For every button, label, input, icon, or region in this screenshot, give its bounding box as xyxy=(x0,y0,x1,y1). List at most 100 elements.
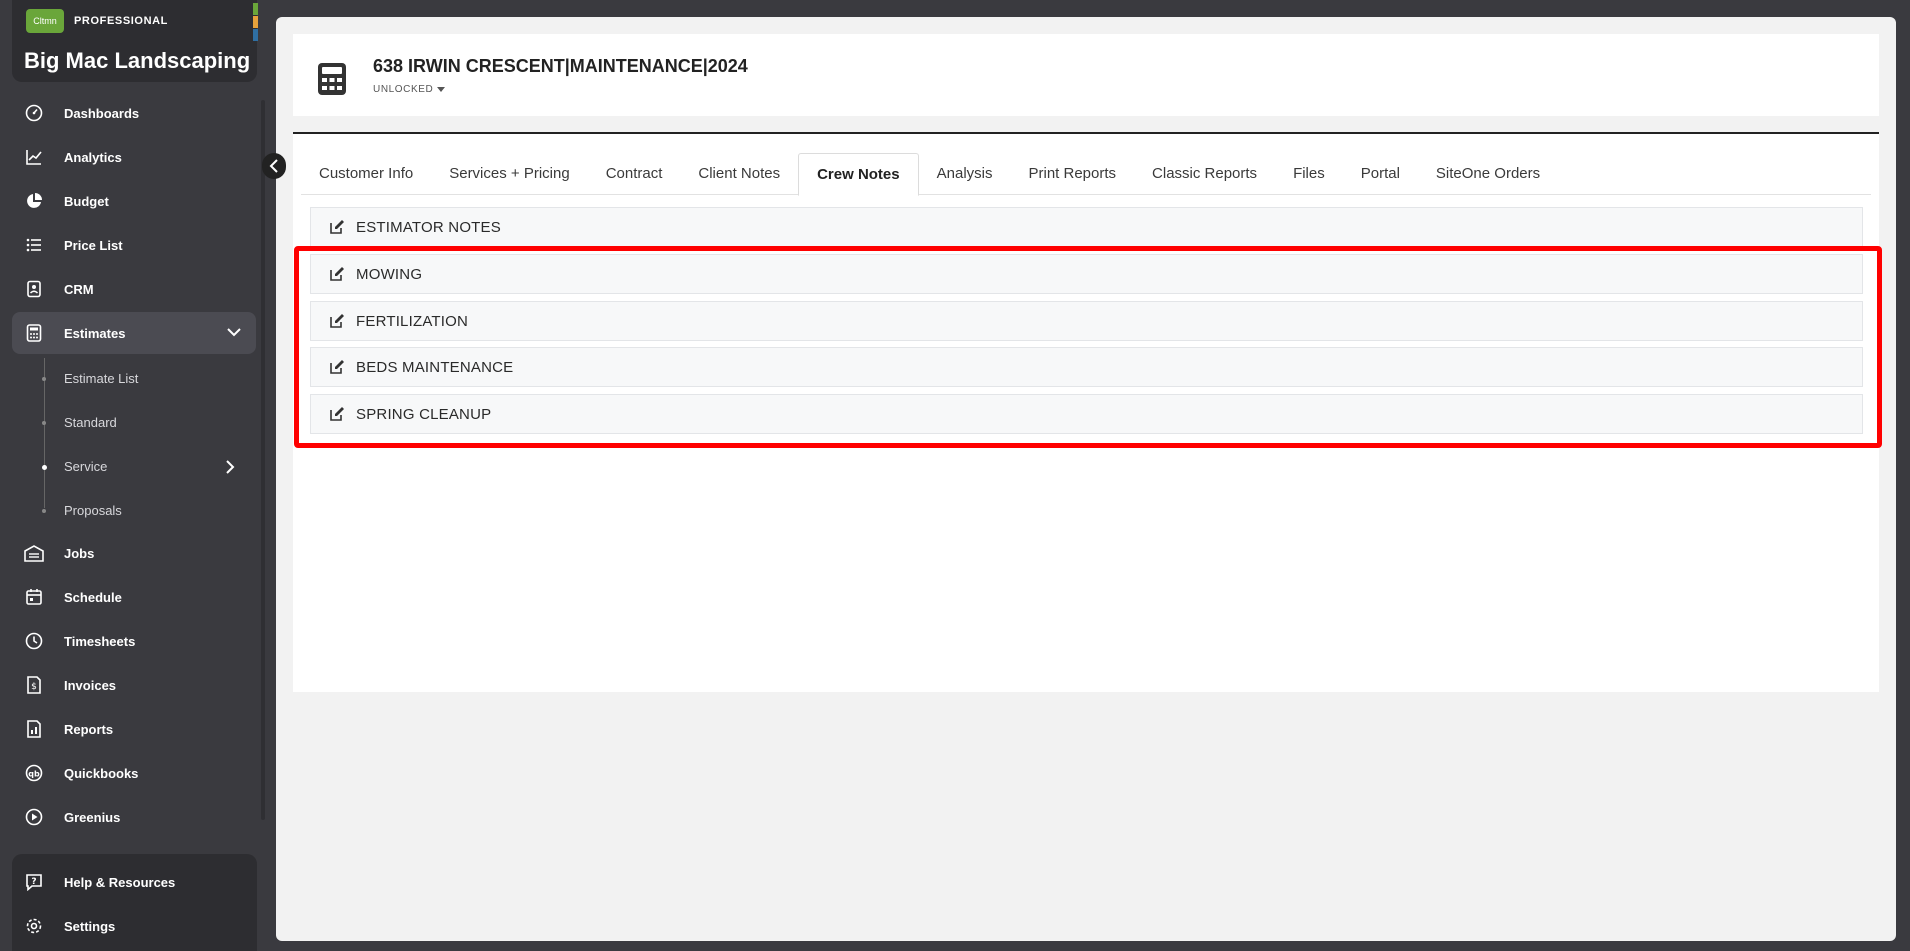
quickbooks-icon: qb xyxy=(24,763,44,783)
sidebar-subitem-label: Proposals xyxy=(64,503,122,518)
edit-icon[interactable] xyxy=(328,218,346,236)
sidebar-subitem-label: Standard xyxy=(64,415,117,430)
sidebar-item-estimates[interactable]: Estimates xyxy=(12,312,256,354)
sidebar-subitem-service[interactable]: Service xyxy=(12,447,256,487)
sidebar-subitem-label: Service xyxy=(64,459,108,474)
clock-icon xyxy=(24,631,44,651)
dashboard-gauge-icon xyxy=(24,103,44,123)
contact-card-icon xyxy=(24,279,44,299)
sidebar-item-budget[interactable]: Budget xyxy=(12,180,256,222)
tab-analysis[interactable]: Analysis xyxy=(919,153,1011,195)
sidebar-item-label: Analytics xyxy=(64,149,122,165)
edit-icon[interactable] xyxy=(328,265,346,283)
warehouse-icon xyxy=(24,543,44,563)
list-icon xyxy=(24,235,44,255)
tab-crew-notes[interactable]: Crew Notes xyxy=(798,153,919,196)
sidebar-item-label: Invoices xyxy=(64,677,117,693)
chevron-left-icon xyxy=(269,159,278,173)
note-title: ESTIMATOR NOTES xyxy=(356,218,501,236)
tab-classic-reports[interactable]: Classic Reports xyxy=(1134,153,1275,195)
sidebar-item-label: Timesheets xyxy=(64,633,136,649)
sidebar-item-label: Schedule xyxy=(64,589,122,605)
note-row-beds-maintenance[interactable]: BEDS MAINTENANCE xyxy=(310,347,1863,387)
brand-color-stripes xyxy=(253,3,258,41)
pie-chart-icon xyxy=(24,191,44,211)
sidebar-scrollbar[interactable] xyxy=(261,100,265,820)
lock-status-label: UNLOCKED xyxy=(373,84,434,95)
svg-text:qb: qb xyxy=(28,770,40,779)
sidebar-item-greenius[interactable]: Greenius xyxy=(12,796,256,838)
sidebar-subitem-standard[interactable]: Standard xyxy=(12,403,256,443)
sidebar-item-schedule[interactable]: Schedule xyxy=(12,576,256,618)
sidebar-subitem-proposals[interactable]: Proposals xyxy=(12,491,256,531)
sidebar-item-label: CRM xyxy=(64,281,94,297)
sidebar-item-label: Greenius xyxy=(64,809,121,825)
tab-siteone-orders[interactable]: SiteOne Orders xyxy=(1418,153,1558,195)
tab-print-reports[interactable]: Print Reports xyxy=(1010,153,1134,195)
tab-portal[interactable]: Portal xyxy=(1343,153,1418,195)
chevron-down-icon[interactable] xyxy=(226,324,242,345)
sidebar: Cltmn PROFESSIONAL Big Mac Landscaping D… xyxy=(0,0,270,951)
sidebar-item-label: Reports xyxy=(64,721,114,737)
page-title: 638 IRWIN CRESCENT|MAINTENANCE|2024 xyxy=(373,56,748,76)
tab-services-pricing[interactable]: Services + Pricing xyxy=(431,153,587,195)
svg-text:?: ? xyxy=(31,877,36,887)
company-logo[interactable]: Cltmn xyxy=(26,9,64,33)
note-row-estimator-notes[interactable]: ESTIMATOR NOTES xyxy=(310,207,1863,247)
svg-text:$: $ xyxy=(31,682,37,692)
tab-client-notes[interactable]: Client Notes xyxy=(680,153,798,195)
notes-panel: Customer Info Services + Pricing Contrac… xyxy=(293,132,1879,692)
company-name: Big Mac Landscaping xyxy=(24,48,251,73)
line-chart-icon xyxy=(24,147,44,167)
sidebar-item-crm[interactable]: CRM xyxy=(12,268,256,310)
edit-icon[interactable] xyxy=(328,358,346,376)
sidebar-item-price-list[interactable]: Price List xyxy=(12,224,256,266)
sidebar-item-analytics[interactable]: Analytics xyxy=(12,136,256,178)
sidebar-item-label: Price List xyxy=(64,237,123,253)
tab-contract[interactable]: Contract xyxy=(588,153,681,195)
sidebar-item-label: Settings xyxy=(64,918,116,934)
sidebar-item-timesheets[interactable]: Timesheets xyxy=(12,620,256,662)
note-row-spring-cleanup[interactable]: SPRING CLEANUP xyxy=(310,394,1863,434)
gear-icon xyxy=(24,916,44,936)
sidebar-item-reports[interactable]: Reports xyxy=(12,708,256,750)
plan-tier-label: PROFESSIONAL xyxy=(74,15,168,27)
sidebar-item-label: Dashboards xyxy=(64,105,140,121)
sidebar-collapse-button[interactable] xyxy=(262,153,286,179)
tab-files[interactable]: Files xyxy=(1275,153,1343,195)
sidebar-item-label: Estimates xyxy=(64,325,126,341)
report-icon xyxy=(24,719,44,739)
help-icon: ? xyxy=(24,872,44,892)
brand-panel: Cltmn PROFESSIONAL Big Mac Landscaping xyxy=(12,0,257,82)
sidebar-item-label: Help & Resources xyxy=(64,874,176,890)
sidebar-item-jobs[interactable]: Jobs xyxy=(12,532,256,574)
note-row-mowing[interactable]: MOWING xyxy=(310,254,1863,294)
sidebar-subitem-estimate-list[interactable]: Estimate List xyxy=(12,359,256,399)
sidebar-subitem-label: Estimate List xyxy=(64,371,139,386)
chevron-right-icon[interactable] xyxy=(224,459,236,480)
invoice-icon: $ xyxy=(24,675,44,695)
calendar-icon xyxy=(24,587,44,607)
sidebar-item-label: Jobs xyxy=(64,545,95,561)
lock-status-dropdown[interactable]: UNLOCKED xyxy=(373,84,446,95)
calculator-icon xyxy=(24,323,44,343)
calculator-icon xyxy=(317,62,347,101)
tab-customer-info[interactable]: Customer Info xyxy=(301,153,431,195)
play-circle-icon xyxy=(24,807,44,827)
edit-icon[interactable] xyxy=(328,405,346,423)
note-title: MOWING xyxy=(356,265,423,283)
sidebar-item-help-resources[interactable]: ? Help & Resources xyxy=(12,861,256,903)
sidebar-item-label: Budget xyxy=(64,193,109,209)
note-title: SPRING CLEANUP xyxy=(356,405,492,423)
sidebar-item-invoices[interactable]: $ Invoices xyxy=(12,664,256,706)
tab-bar: Customer Info Services + Pricing Contrac… xyxy=(301,153,1871,196)
sidebar-item-quickbooks[interactable]: qb Quickbooks xyxy=(12,752,256,794)
note-row-fertilization[interactable]: FERTILIZATION xyxy=(310,301,1863,341)
sidebar-item-settings[interactable]: Settings xyxy=(12,905,256,947)
main-content: 638 IRWIN CRESCENT|MAINTENANCE|2024 UNLO… xyxy=(276,17,1896,941)
sidebar-item-dashboards[interactable]: Dashboards xyxy=(12,92,256,134)
caret-down-icon xyxy=(437,87,446,92)
estimate-header: 638 IRWIN CRESCENT|MAINTENANCE|2024 UNLO… xyxy=(293,34,1879,116)
edit-icon[interactable] xyxy=(328,312,346,330)
note-title: FERTILIZATION xyxy=(356,312,469,330)
